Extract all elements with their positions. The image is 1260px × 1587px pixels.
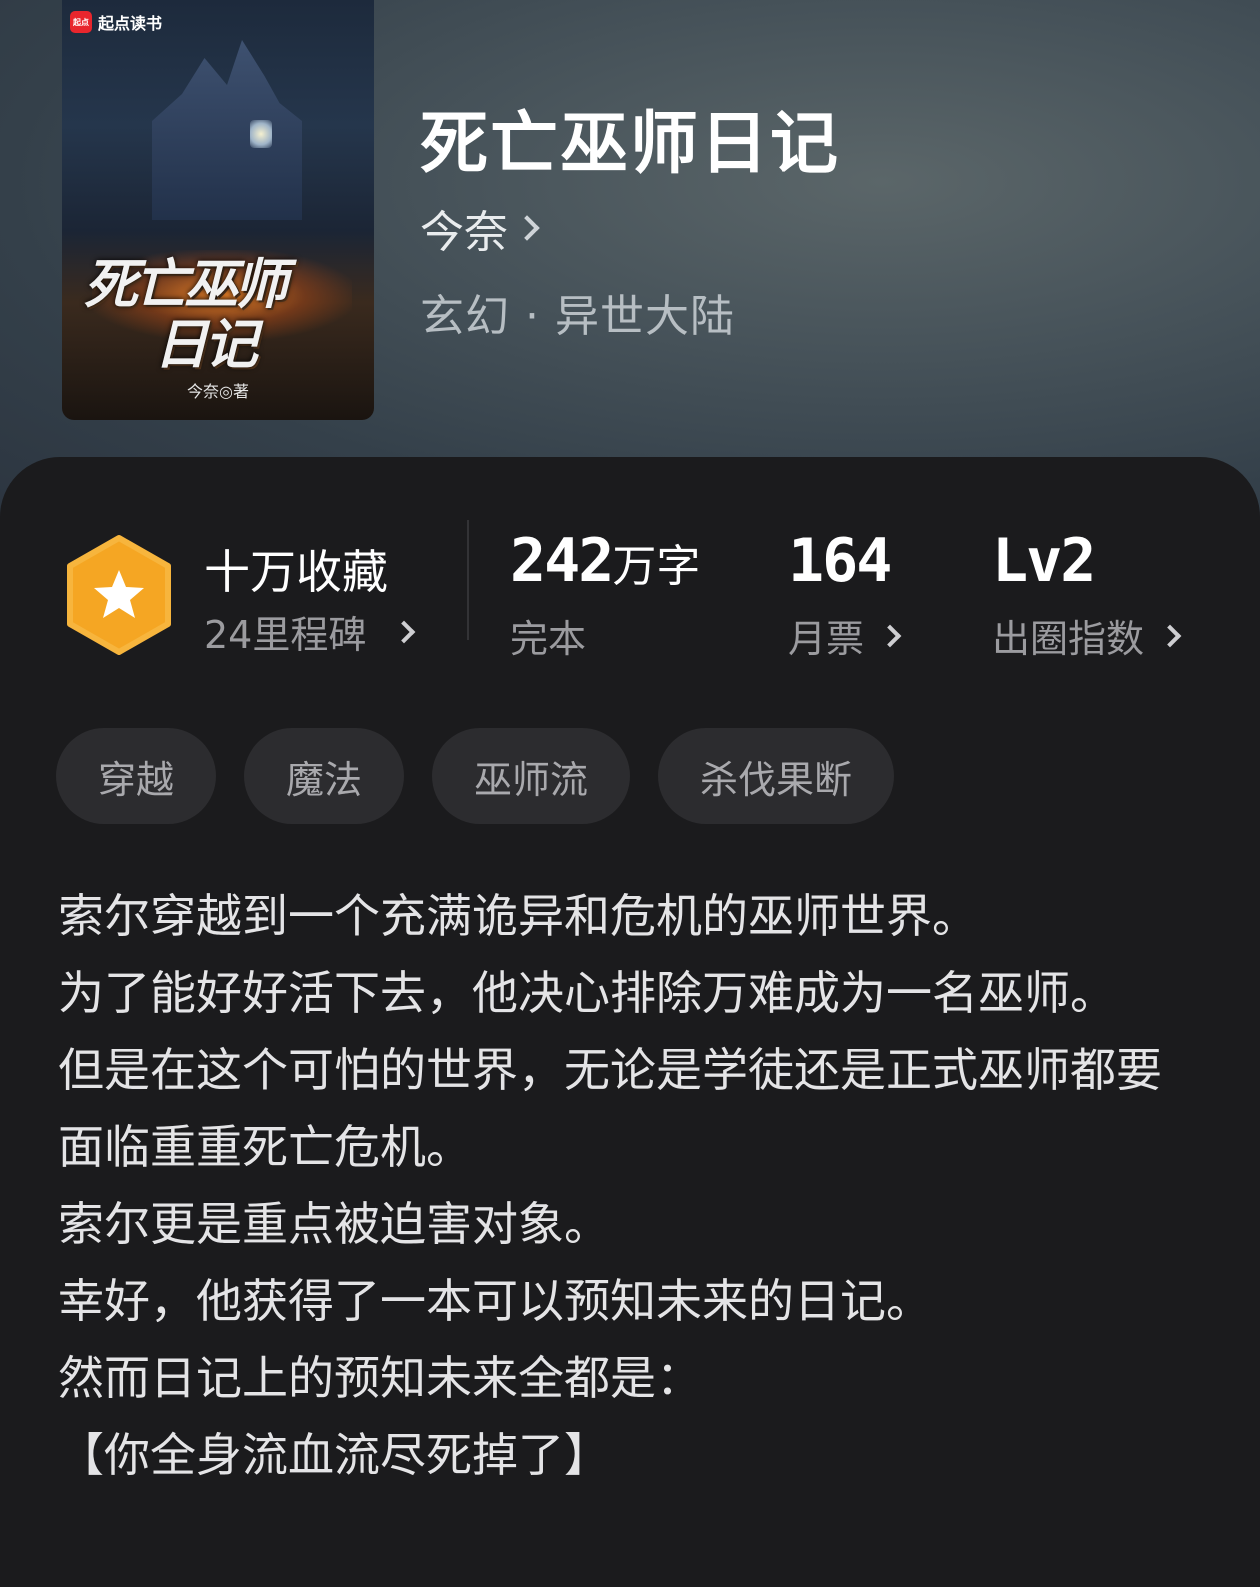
- word-count-unit: 万字: [612, 541, 701, 592]
- description-line: 索尔穿越到一个充满诡异和危机的巫师世界。: [58, 889, 978, 943]
- monthly-votes-label: 月票: [788, 617, 865, 661]
- popularity-link[interactable]: 出圈指数: [992, 608, 1182, 663]
- book-genre: 玄幻 · 异世大陆: [420, 291, 735, 342]
- description-line: 【你全身流血流尽死掉了】: [58, 1428, 610, 1482]
- book-description[interactable]: 索尔穿越到一个充满诡异和危机的巫师世界。 为了能好好活下去，他决心排除万难成为一…: [58, 878, 1188, 1494]
- chevron-right-icon: [393, 620, 416, 643]
- monthly-votes-value: 164: [788, 526, 892, 596]
- word-count: 242万字: [510, 526, 700, 596]
- cover-house-art: [152, 40, 302, 220]
- monthly-votes-link[interactable]: 月票: [788, 608, 902, 663]
- chevron-right-icon: [878, 624, 902, 647]
- description-line: 幸好，他获得了一本可以预知未来的日记。: [58, 1274, 932, 1328]
- star-hexagon-icon: [64, 534, 174, 656]
- book-header: 起点 起点读书 死亡巫师 日记 今奈◎著 死亡巫师日记 今奈 玄幻 · 异世大陆: [0, 0, 1260, 520]
- cover-window-light: [250, 120, 272, 148]
- description-line: 然而日记上的预知未来全都是：: [58, 1351, 702, 1405]
- milestone-label: 24里程碑: [204, 613, 367, 657]
- stats-divider: [467, 520, 469, 640]
- tag-chip[interactable]: 魔法: [244, 728, 405, 824]
- cover-title-line2: 日记: [154, 313, 258, 376]
- book-title: 死亡巫师日记: [420, 104, 841, 184]
- favorites-label: 十万收藏: [204, 545, 388, 599]
- author-link[interactable]: 今奈: [420, 196, 540, 260]
- tag-chip[interactable]: 巫师流: [432, 728, 631, 824]
- book-cover[interactable]: 起点 起点读书 死亡巫师 日记 今奈◎著: [62, 0, 374, 420]
- chevron-right-icon: [1158, 624, 1182, 647]
- description-line: 为了能好好活下去，他决心排除万难成为一名巫师。: [58, 966, 1116, 1020]
- description-line: 但是在这个可怕的世界，无论是学徒还是正式巫师都要面临重重死亡危机。: [58, 1043, 1162, 1174]
- cover-brand: 起点 起点读书: [70, 10, 162, 34]
- author-name: 今奈: [420, 207, 508, 258]
- tag-list: 穿越 魔法 巫师流 杀伐果断: [56, 728, 895, 824]
- tag-chip[interactable]: 穿越: [56, 728, 217, 824]
- word-count-value: 242: [510, 526, 614, 596]
- brand-logo-icon: 起点: [70, 11, 92, 33]
- popularity-value: Lv2: [992, 526, 1096, 596]
- chevron-right-icon: [514, 215, 540, 241]
- cover-brand-name: 起点读书: [98, 14, 163, 33]
- cover-author-credit: 今奈◎著: [187, 382, 249, 401]
- description-line: 索尔更是重点被迫害对象。: [58, 1197, 610, 1251]
- completion-status: 完本: [510, 617, 587, 661]
- milestone-link[interactable]: 24里程碑: [204, 604, 416, 659]
- popularity-label: 出圈指数: [992, 617, 1145, 661]
- cover-title-line1: 死亡巫师: [84, 253, 288, 316]
- tag-chip[interactable]: 杀伐果断: [658, 728, 895, 824]
- cover-title: 死亡巫师 日记: [84, 255, 354, 375]
